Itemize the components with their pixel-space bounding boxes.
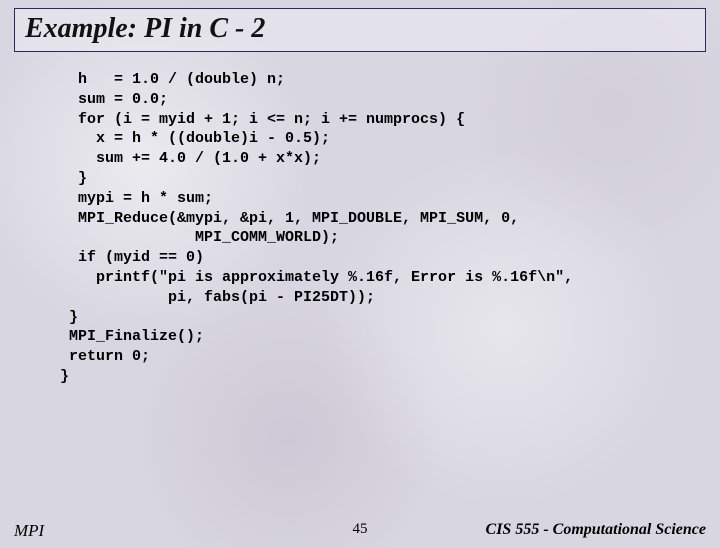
footer-left: MPI (14, 521, 44, 541)
footer: MPI 45 CIS 555 - Computational Science (0, 521, 720, 538)
slide-title: Example: PI in C - 2 (25, 13, 695, 45)
code-block: h = 1.0 / (double) n; sum = 0.0; for (i … (60, 70, 692, 387)
title-box: Example: PI in C - 2 (14, 8, 706, 52)
footer-right: CIS 555 - Computational Science (486, 521, 706, 539)
